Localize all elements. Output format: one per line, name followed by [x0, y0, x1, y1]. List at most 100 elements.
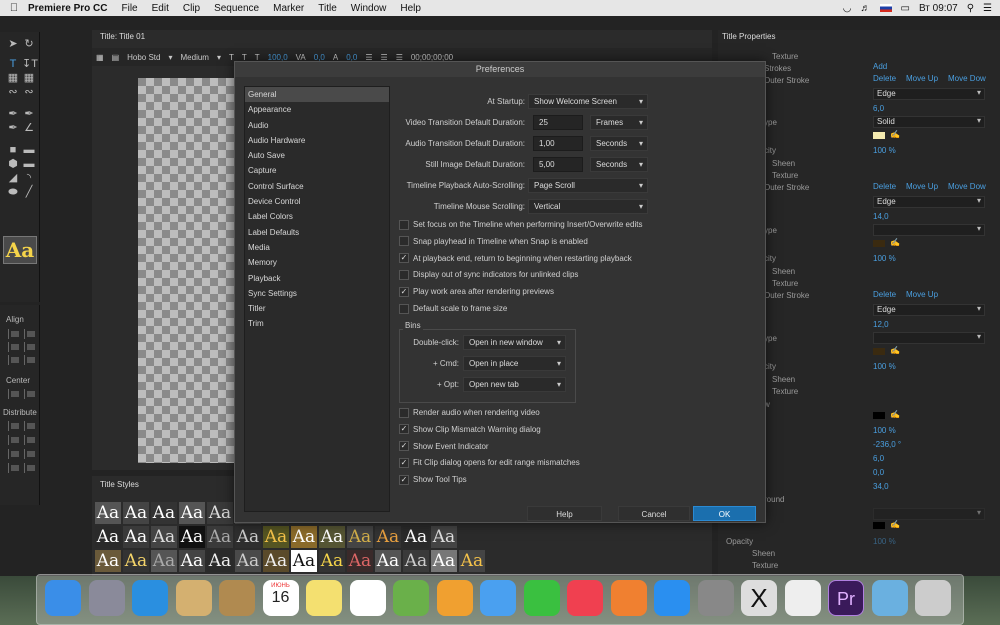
stroke2-type-select[interactable]: Edge	[873, 196, 985, 208]
checkbox-row[interactable]: ✓ Show Tool Tips	[399, 474, 467, 485]
delete-stroke-link[interactable]: Delete	[873, 74, 896, 83]
apple-icon[interactable]: 	[0, 2, 28, 14]
battery-icon[interactable]: ▭	[901, 3, 910, 14]
video-transition-unit-select[interactable]: Frames	[590, 115, 648, 130]
shadow-opacity[interactable]: 100 %	[873, 426, 896, 435]
cancel-button[interactable]: Cancel	[618, 506, 690, 521]
checkbox-row[interactable]: ✓ At playback end, return to beginning wh…	[399, 253, 632, 264]
wedge-tool-icon[interactable]: ◢	[6, 172, 20, 184]
align-left-icon[interactable]	[8, 329, 20, 339]
eyedropper-icon[interactable]: ✍	[890, 520, 900, 529]
spotlight-search-icon[interactable]: ⚲	[967, 3, 974, 14]
style-swatch[interactable]: Aa	[179, 550, 205, 572]
textedit-icon[interactable]	[784, 580, 821, 616]
style-swatch[interactable]: Aa	[375, 550, 401, 572]
align-top-icon[interactable]	[24, 342, 36, 352]
checkbox-unchecked[interactable]	[399, 236, 409, 247]
stroke2-color-swatch[interactable]	[873, 240, 885, 247]
distribute-vertical-icon[interactable]	[24, 463, 36, 473]
checkbox-row[interactable]: ✓ Show Event Indicator	[399, 441, 489, 452]
still-image-input[interactable]: 5,00	[533, 157, 583, 172]
move-down-link-2[interactable]: Move Dow	[948, 182, 986, 191]
distribute-middle-icon[interactable]	[8, 449, 20, 459]
stroke2-size[interactable]: 14,0	[873, 212, 889, 221]
eyedropper-icon[interactable]: ✍	[890, 238, 900, 247]
center-vertical-icon[interactable]	[24, 389, 36, 399]
checkbox-checked[interactable]: ✓	[399, 253, 409, 264]
style-swatch[interactable]: Aa	[459, 550, 485, 572]
launchpad-icon[interactable]	[88, 580, 125, 616]
style-swatch[interactable]: Aa	[95, 526, 121, 548]
style-swatch[interactable]: Aa	[235, 550, 261, 572]
finder-icon[interactable]	[45, 580, 81, 616]
style-swatch[interactable]: Aa	[431, 550, 457, 572]
style-swatch[interactable]: Aa	[151, 502, 177, 524]
distribute-top-icon[interactable]	[24, 435, 36, 445]
rotation-tool-icon[interactable]: ↻	[22, 38, 36, 50]
area-type-tool-icon[interactable]: ▦	[6, 72, 20, 84]
arc-tool-icon[interactable]: ◝	[22, 172, 36, 184]
style-swatch[interactable]: Aa	[263, 526, 289, 548]
downloads-icon[interactable]	[871, 580, 908, 616]
move-up-link[interactable]: Move Up	[906, 74, 938, 83]
menu-help[interactable]: Help	[400, 3, 421, 14]
style-swatch[interactable]: Aa	[151, 526, 177, 548]
facetime-icon[interactable]	[523, 580, 560, 616]
align-middle-icon[interactable]	[8, 355, 20, 365]
music-icon[interactable]	[567, 580, 603, 616]
style-swatch[interactable]: Aa	[431, 526, 457, 548]
rounded-rectangle-tool-icon[interactable]: ▬	[22, 144, 36, 156]
reminders-icon[interactable]	[349, 580, 386, 616]
trash-icon[interactable]	[915, 580, 951, 616]
shadow-color-swatch[interactable]	[873, 412, 885, 419]
menu-marker[interactable]: Marker	[273, 3, 304, 14]
ok-button[interactable]: OK	[693, 506, 756, 521]
books-icon[interactable]	[610, 580, 647, 616]
delete-stroke-link-3[interactable]: Delete	[873, 290, 896, 299]
style-swatch[interactable]: Aa	[319, 550, 345, 572]
menu-file[interactable]: File	[121, 3, 137, 14]
eyedropper-icon[interactable]: ✍	[890, 346, 900, 355]
style-swatch[interactable]: Aa	[403, 550, 429, 572]
category-label-colors[interactable]: Label Colors	[245, 209, 389, 224]
vertical-path-type-tool-icon[interactable]: ∾	[22, 86, 36, 98]
selection-tool-icon[interactable]: ➤	[6, 38, 20, 50]
delete-anchor-tool-icon[interactable]: ✒	[22, 108, 36, 120]
convert-anchor-tool-icon[interactable]: ∠	[22, 122, 36, 134]
ellipse-tool-icon[interactable]: ⬬	[6, 186, 20, 198]
menu-clip[interactable]: Clip	[183, 3, 200, 14]
safari-icon[interactable]	[132, 580, 168, 616]
style-swatch[interactable]: Aa	[207, 526, 233, 548]
vertical-type-tool-icon[interactable]: ↧T	[22, 58, 38, 70]
checkbox-row[interactable]: Default scale to frame size	[399, 303, 507, 314]
notification-center-icon[interactable]: ☰	[983, 3, 992, 14]
checkbox-checked[interactable]: ✓	[399, 286, 409, 297]
background-color-swatch[interactable]	[873, 522, 885, 529]
style-swatch[interactable]: Aa	[403, 526, 429, 548]
style-swatch[interactable]: Aa	[347, 526, 373, 548]
double-click-select[interactable]: Open in new window	[463, 335, 566, 350]
checkbox-unchecked[interactable]	[399, 407, 409, 418]
style-swatch[interactable]: Aa	[179, 526, 205, 548]
center-horizontal-icon[interactable]	[8, 389, 20, 399]
style-swatch[interactable]: Aa	[95, 502, 121, 524]
type-tool-icon[interactable]: T	[6, 58, 20, 70]
shadow-size[interactable]: 34,0	[873, 482, 889, 491]
style-swatch[interactable]: Aa	[123, 526, 149, 548]
menu-edit[interactable]: Edit	[152, 3, 169, 14]
font-family-select[interactable]: Hobo Std	[127, 53, 160, 62]
mail-icon[interactable]	[175, 580, 212, 616]
final-cut-icon[interactable]: X	[741, 580, 777, 616]
stroke2-opacity[interactable]: 100 %	[873, 254, 896, 263]
audio-transition-input[interactable]: 1,00	[533, 136, 583, 151]
font-style-select[interactable]: Medium	[181, 53, 209, 62]
checkbox-unchecked[interactable]	[399, 219, 409, 230]
distribute-left-icon[interactable]	[8, 421, 20, 431]
checkbox-unchecked[interactable]	[399, 303, 409, 314]
style-swatch[interactable]: Aa	[291, 550, 317, 572]
add-stroke-link[interactable]: Add	[873, 62, 887, 71]
help-button[interactable]: Help	[527, 506, 602, 521]
category-titler[interactable]: Titler	[245, 301, 389, 316]
contacts-icon[interactable]	[219, 580, 255, 616]
checkbox-checked[interactable]: ✓	[399, 474, 409, 485]
